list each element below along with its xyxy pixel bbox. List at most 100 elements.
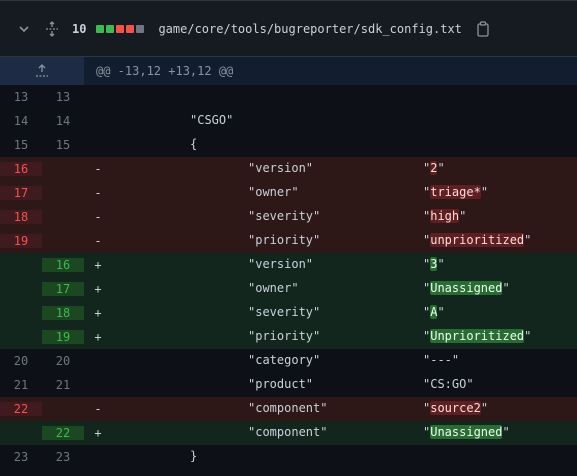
code-content: "severity" "A" bbox=[112, 301, 577, 325]
old-line-number[interactable]: 17 bbox=[0, 186, 42, 200]
diff-line-del: 22 - "component" "source2" bbox=[0, 397, 577, 421]
code-content: "component" "source2" bbox=[112, 397, 577, 421]
diff-marker: - bbox=[94, 234, 102, 248]
old-line-number[interactable]: 23 bbox=[0, 450, 42, 464]
new-line-number[interactable]: 13 bbox=[42, 90, 84, 104]
new-line-number[interactable]: 23 bbox=[42, 450, 84, 464]
code-content: "CSGO" bbox=[112, 109, 577, 133]
changed-text-highlight: unprioritized bbox=[430, 233, 525, 247]
config-value: "A" bbox=[423, 305, 445, 319]
config-value: "Unprioritized" bbox=[423, 329, 532, 343]
diff-marker: + bbox=[94, 306, 102, 320]
changed-text-highlight: Unassigned bbox=[430, 281, 503, 295]
diffstat-square bbox=[106, 24, 115, 33]
config-key: "version" bbox=[248, 257, 314, 271]
config-value: "triage*" bbox=[423, 185, 489, 199]
new-line-number[interactable]: 19 bbox=[42, 330, 84, 344]
diffstat-square bbox=[136, 24, 145, 33]
diff-marker: + bbox=[94, 258, 102, 272]
old-line-number[interactable]: 19 bbox=[0, 234, 42, 248]
diffstat-square bbox=[116, 24, 125, 33]
new-line-number[interactable]: 16 bbox=[42, 258, 84, 272]
old-line-number[interactable]: 21 bbox=[0, 378, 42, 392]
config-key: "category" bbox=[248, 353, 321, 367]
code-content: "category" "---" bbox=[112, 349, 577, 373]
diff-line-ctx: 14 14 "CSGO" bbox=[0, 109, 577, 133]
changed-text-highlight: high bbox=[430, 209, 460, 223]
code-text: { bbox=[190, 137, 198, 151]
old-line-number[interactable]: 20 bbox=[0, 354, 42, 368]
config-key: "priority" bbox=[248, 233, 321, 247]
diff-marker: - bbox=[94, 210, 102, 224]
config-key: "owner" bbox=[248, 281, 299, 295]
changed-text-highlight: Unassigned bbox=[430, 425, 503, 439]
config-value: "Unassigned" bbox=[423, 281, 510, 295]
copy-path-icon[interactable] bbox=[474, 20, 492, 38]
changed-text-highlight: Unprioritized bbox=[430, 329, 525, 343]
diff-marker: - bbox=[94, 162, 102, 176]
config-key: "owner" bbox=[248, 185, 299, 199]
diff-line-add: 18 + "severity" "A" bbox=[0, 301, 577, 325]
diff-line-ctx: 13 13 bbox=[0, 85, 577, 109]
diff-line-ctx: 20 20 "category" "---" bbox=[0, 349, 577, 373]
old-line-number[interactable]: 22 bbox=[0, 402, 42, 416]
old-line-number[interactable]: 16 bbox=[0, 162, 42, 176]
diff-line-del: 16 - "version" "2" bbox=[0, 157, 577, 181]
config-key: "priority" bbox=[248, 329, 321, 343]
changed-text-highlight: A bbox=[430, 305, 438, 319]
changed-text-highlight: 2 bbox=[430, 161, 438, 175]
hunk-range: @@ -13,12 +13,12 @@ bbox=[96, 64, 234, 78]
diff-line-ctx: 21 21 "product" "CS:GO" bbox=[0, 373, 577, 397]
diffstat-square bbox=[96, 24, 105, 33]
config-value: "3" bbox=[423, 257, 445, 271]
expand-all-icon[interactable] bbox=[42, 19, 62, 39]
code-content: "version" "3" bbox=[112, 253, 577, 277]
config-key: "product" bbox=[248, 377, 314, 391]
code-content: "product" "CS:GO" bbox=[112, 373, 577, 397]
diff-marker: - bbox=[94, 402, 102, 416]
config-value: "CS:GO" bbox=[423, 377, 474, 391]
file-path[interactable]: game/core/tools/bugreporter/sdk_config.t… bbox=[158, 22, 461, 36]
new-line-number[interactable]: 17 bbox=[42, 282, 84, 296]
old-line-number[interactable]: 18 bbox=[0, 210, 42, 224]
new-line-number[interactable]: 20 bbox=[42, 354, 84, 368]
diff-marker: - bbox=[94, 186, 102, 200]
diff-line-del: 18 - "severity" "high" bbox=[0, 205, 577, 229]
new-line-number[interactable]: 14 bbox=[42, 114, 84, 128]
old-line-number[interactable]: 14 bbox=[0, 114, 42, 128]
config-value: "2" bbox=[423, 161, 445, 175]
new-line-number[interactable]: 15 bbox=[42, 138, 84, 152]
diffstat-square bbox=[126, 24, 135, 33]
code-content: } bbox=[112, 445, 577, 469]
expand-up-icon bbox=[36, 64, 48, 77]
code-text: "CSGO" bbox=[190, 113, 234, 127]
new-line-number[interactable]: 18 bbox=[42, 306, 84, 320]
diff-lines: 13 13 14 14 "CSGO" 15 15{16- "version" "2" 17- "ow… bbox=[0, 85, 577, 469]
changed-text-highlight: 3 bbox=[430, 257, 438, 271]
config-value: "---" bbox=[423, 353, 460, 367]
code-content: "severity" "high" bbox=[112, 205, 577, 229]
changed-text-highlight: triage* bbox=[430, 185, 481, 199]
new-line-number[interactable]: 22 bbox=[42, 426, 84, 440]
diff-marker: + bbox=[94, 330, 102, 344]
config-value: "Unassigned" bbox=[423, 425, 510, 439]
diff-marker: + bbox=[94, 282, 102, 296]
diff-line-del: 19 - "priority" "unprioritized" bbox=[0, 229, 577, 253]
changes-count: 10 bbox=[72, 21, 87, 36]
chevron-down-icon[interactable] bbox=[14, 19, 34, 39]
new-line-number[interactable]: 21 bbox=[42, 378, 84, 392]
config-key: "component" bbox=[248, 401, 328, 415]
code-content: "owner" "Unassigned" bbox=[112, 277, 577, 301]
changed-text-highlight: source2 bbox=[430, 401, 481, 415]
code-content: { bbox=[112, 133, 577, 157]
old-line-number[interactable]: 15 bbox=[0, 138, 42, 152]
config-key: "severity" bbox=[248, 209, 321, 223]
hunk-header: @@ -13,12 +13,12 @@ bbox=[0, 57, 577, 85]
code-content: "version" "2" bbox=[112, 157, 577, 181]
config-key: "severity" bbox=[248, 305, 321, 319]
file-header: 10 game/core/tools/bugreporter/sdk_confi… bbox=[0, 0, 577, 57]
code-content: "owner" "triage*" bbox=[112, 181, 577, 205]
diff-marker: + bbox=[94, 426, 102, 440]
old-line-number[interactable]: 13 bbox=[0, 90, 42, 104]
expand-up-button[interactable] bbox=[0, 57, 84, 85]
